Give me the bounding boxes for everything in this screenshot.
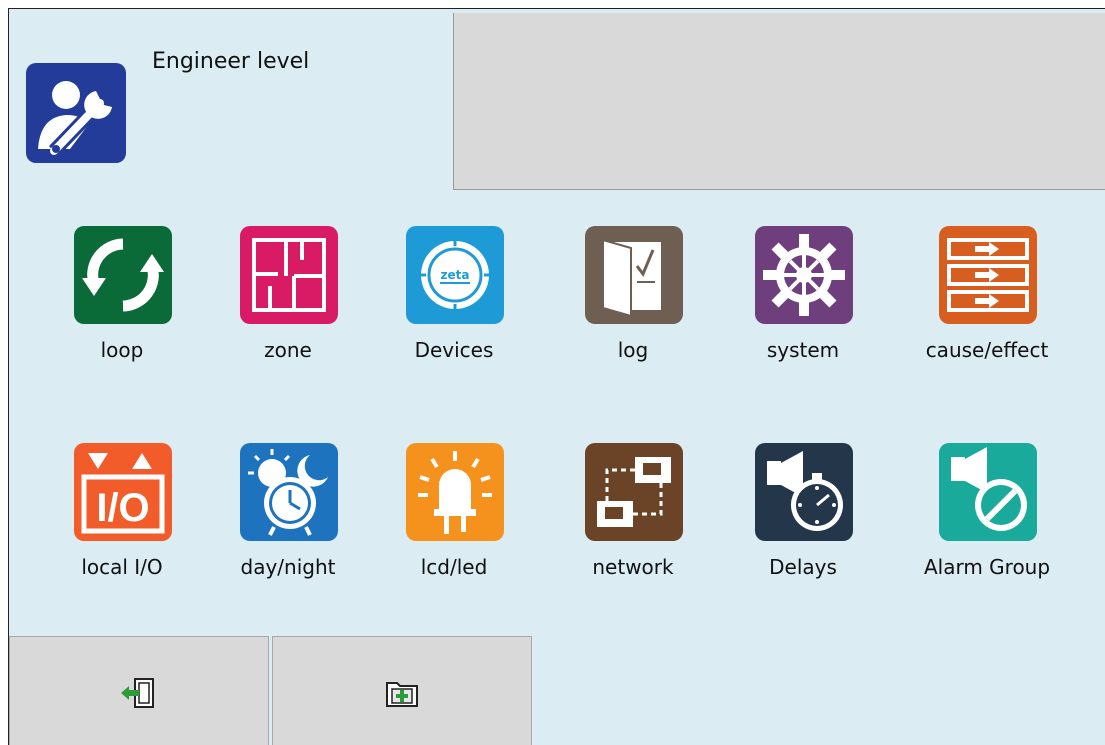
- menu-label-local-io: local I/O: [81, 555, 163, 579]
- network-icon: [585, 443, 683, 541]
- devices-zeta-icon: zeta: [406, 226, 504, 324]
- svg-text:zeta: zeta: [441, 268, 470, 282]
- system-gear-icon: [755, 226, 853, 324]
- menu-label-cause-effect: cause/effect: [925, 338, 1049, 362]
- day-night-clock-icon: [240, 443, 338, 541]
- cause-effect-icon: [939, 226, 1037, 324]
- menu-label-zone: zone: [264, 338, 312, 362]
- menu-label-log: log: [617, 338, 649, 362]
- bottom-toolbar: [9, 636, 535, 745]
- menu-tile-delays[interactable]: Delays: [718, 443, 888, 613]
- alarm-group-icon: [939, 443, 1037, 541]
- menu-label-loop: loop: [100, 338, 144, 362]
- menu-label-system: system: [766, 338, 840, 362]
- lcd-led-bulb-icon: [406, 443, 504, 541]
- menu-tile-zone[interactable]: zone: [203, 226, 373, 396]
- screen: Engineer level loop zone zeta Devices lo…: [8, 8, 1105, 745]
- menu-label-lcd-led: lcd/led: [420, 555, 488, 579]
- menu-tile-local-io[interactable]: I/O local I/O: [37, 443, 207, 613]
- menu-label-network: network: [592, 555, 674, 579]
- message-panel: [453, 13, 1105, 190]
- menu-tile-lcd-led[interactable]: lcd/led: [369, 443, 539, 613]
- menu-tile-day-night[interactable]: day/night: [203, 443, 373, 613]
- menu-label-day-night: day/night: [240, 555, 336, 579]
- menu-label-alarm-group: Alarm Group: [923, 555, 1051, 579]
- menu-tile-devices[interactable]: zeta Devices: [369, 226, 539, 396]
- menu-label-devices: Devices: [414, 338, 494, 362]
- menu-tile-log[interactable]: log: [548, 226, 718, 396]
- add-folder-icon: [386, 682, 418, 707]
- menu-tile-system[interactable]: system: [718, 226, 888, 396]
- loop-refresh-icon: [74, 226, 172, 324]
- page-title: Engineer level: [152, 49, 310, 74]
- menu-tile-loop[interactable]: loop: [37, 226, 207, 396]
- menu-tile-cause-effect[interactable]: cause/effect: [902, 226, 1072, 396]
- zone-floorplan-icon: [240, 226, 338, 324]
- menu-label-delays: Delays: [769, 555, 837, 579]
- menu-tile-network[interactable]: network: [548, 443, 718, 613]
- exit-door-icon: [121, 678, 154, 708]
- log-book-icon: [585, 226, 683, 324]
- svg-text:I/O: I/O: [96, 486, 149, 530]
- engineer-wrench-icon: [26, 63, 126, 163]
- exit-button[interactable]: [9, 636, 269, 745]
- delays-sounder-timer-icon: [755, 443, 853, 541]
- add-folder-button[interactable]: [272, 636, 532, 745]
- local-io-icon: I/O: [74, 443, 172, 541]
- menu-tile-alarm-group[interactable]: Alarm Group: [902, 443, 1072, 613]
